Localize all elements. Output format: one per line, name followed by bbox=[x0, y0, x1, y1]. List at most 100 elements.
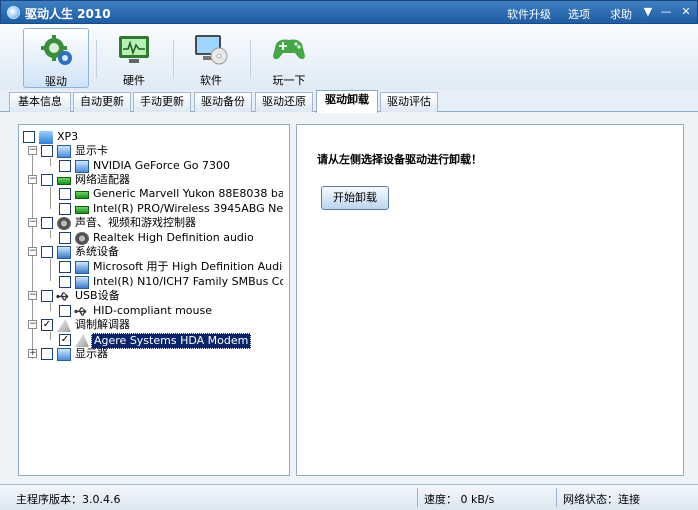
tab-driver-uninstall[interactable]: 驱动卸载 bbox=[316, 90, 378, 113]
close-icon[interactable]: ✕ bbox=[679, 5, 693, 19]
expand-icon[interactable]: + bbox=[28, 349, 37, 358]
collapse-icon[interactable]: − bbox=[28, 146, 37, 155]
toolbar-software-button[interactable]: 软件 bbox=[178, 28, 244, 88]
tree-node-system[interactable]: − 系统设备 bbox=[23, 245, 285, 259]
tree-leaf-selected[interactable]: ✓ Agere Systems HDA Modem bbox=[23, 333, 285, 349]
tab-driver-backup[interactable]: 驱动备份 bbox=[194, 92, 252, 112]
toolbar-separator bbox=[173, 40, 174, 78]
toolbar-hardware-button[interactable]: 硬件 bbox=[101, 28, 167, 88]
toolbar-play-button[interactable]: 玩一下 bbox=[256, 28, 322, 88]
minimize-icon[interactable]: — bbox=[659, 5, 673, 19]
leaf-checkbox[interactable] bbox=[59, 203, 71, 215]
toolbar-driver-label: 驱动 bbox=[45, 75, 67, 88]
tree-node-sound[interactable]: − 声音、视频和游戏控制器 bbox=[23, 216, 285, 230]
tab-manual-update[interactable]: 手动更新 bbox=[133, 92, 191, 112]
system-device-icon bbox=[75, 261, 89, 274]
leaf-checkbox[interactable] bbox=[59, 232, 71, 244]
status-network: 网络状态：连接 bbox=[563, 493, 640, 506]
collapse-icon[interactable]: − bbox=[28, 247, 37, 256]
main-toolbar: 驱动 硬件 软件 玩一下 bbox=[0, 24, 698, 90]
tree-leaf[interactable]: Generic Marvell Yukon 88E8038 based Ethe… bbox=[23, 187, 285, 201]
status-separator bbox=[556, 488, 557, 507]
leaf-checkbox[interactable] bbox=[59, 188, 71, 200]
modem-icon bbox=[57, 319, 71, 332]
usb-icon bbox=[56, 292, 69, 301]
tree-leaf[interactable]: Intel(R) N10/ICH7 Family SMBus Controlle… bbox=[23, 275, 285, 289]
tree-leaf[interactable]: Realtek High Definition audio bbox=[23, 231, 285, 245]
tree-node-label: 系统设备 bbox=[75, 245, 119, 258]
tree-leaf-label: Microsoft 用于 High Definition Audio 的 UA/ bbox=[93, 260, 283, 273]
leaf-checkbox[interactable] bbox=[59, 261, 71, 273]
system-device-icon bbox=[75, 276, 89, 289]
toolbar-separator bbox=[250, 40, 251, 78]
tree-leaf-label: Generic Marvell Yukon 88E8038 based Ethe… bbox=[93, 187, 283, 200]
node-checkbox[interactable] bbox=[41, 145, 53, 157]
tree-node-label: 调制解调器 bbox=[75, 318, 130, 331]
sound-icon bbox=[57, 217, 71, 230]
root-checkbox[interactable] bbox=[23, 131, 35, 143]
tree-node-network[interactable]: − 网络适配器 bbox=[23, 173, 285, 187]
collapse-icon[interactable]: − bbox=[28, 291, 37, 300]
tree-leaf-label: HID-compliant mouse bbox=[93, 304, 212, 317]
usb-icon bbox=[74, 307, 87, 316]
node-checkbox[interactable]: ✓ bbox=[41, 319, 53, 331]
tree-node-label: 声音、视频和游戏控制器 bbox=[75, 216, 196, 229]
tree-node-label: 显示器 bbox=[75, 347, 108, 360]
tree-root-label: XP3 bbox=[57, 130, 79, 143]
start-uninstall-button[interactable]: 开始卸载 bbox=[321, 186, 389, 210]
collapse-icon[interactable]: − bbox=[28, 175, 37, 184]
toolbar-software-label: 软件 bbox=[200, 74, 222, 87]
collapse-icon[interactable]: − bbox=[28, 320, 37, 329]
node-checkbox[interactable] bbox=[41, 246, 53, 258]
menu-help[interactable]: 求助 bbox=[610, 6, 632, 22]
gears-icon bbox=[41, 35, 72, 65]
menu-options[interactable]: 选项 bbox=[568, 6, 590, 22]
node-checkbox[interactable] bbox=[41, 348, 53, 360]
tree-leaf[interactable]: Microsoft 用于 High Definition Audio 的 UA/ bbox=[23, 260, 285, 274]
tree-leaf[interactable]: HID-compliant mouse bbox=[23, 304, 285, 318]
toolbar-play-label: 玩一下 bbox=[272, 74, 306, 87]
status-speed: 速度： 0 kB/s bbox=[424, 493, 495, 506]
leaf-checkbox[interactable] bbox=[59, 276, 71, 288]
tree-root[interactable]: XP3 bbox=[23, 130, 283, 144]
tab-auto-update[interactable]: 自动更新 bbox=[73, 92, 131, 112]
main-content: XP3 − 显示卡 NVIDIA GeForce Go 7300 − 网络适配器… bbox=[4, 116, 694, 482]
tab-basic-info[interactable]: 基本信息 bbox=[9, 92, 71, 112]
tree-leaf-label: Realtek High Definition audio bbox=[93, 231, 254, 244]
status-bar: 主程序版本：3.0.4.6 速度： 0 kB/s 网络状态：连接 bbox=[0, 484, 698, 510]
uninstall-panel: 请从左侧选择设备驱动进行卸载！ 开始卸载 bbox=[296, 124, 684, 476]
display-card-icon bbox=[57, 145, 71, 158]
tab-driver-evaluate[interactable]: 驱动评估 bbox=[380, 92, 438, 112]
dropdown-icon[interactable]: ▼ bbox=[641, 5, 655, 19]
network-adapter-icon bbox=[75, 191, 89, 199]
tree-node-usb[interactable]: − USB设备 bbox=[23, 289, 285, 303]
leaf-checkbox[interactable] bbox=[59, 160, 71, 172]
computer-icon bbox=[39, 131, 53, 144]
display-card-icon bbox=[75, 160, 89, 173]
tree-node-display-card[interactable]: − 显示卡 bbox=[23, 144, 285, 158]
tree-node-label: 网络适配器 bbox=[75, 173, 130, 186]
collapse-icon[interactable]: − bbox=[28, 218, 37, 227]
network-adapter-icon bbox=[75, 206, 89, 214]
node-checkbox[interactable] bbox=[41, 174, 53, 186]
tree-node-modem[interactable]: − ✓ 调制解调器 bbox=[23, 318, 285, 332]
toolbar-driver-button[interactable]: 驱动 bbox=[23, 28, 89, 88]
device-tree-panel[interactable]: XP3 − 显示卡 NVIDIA GeForce Go 7300 − 网络适配器… bbox=[18, 124, 290, 476]
leaf-checkbox[interactable]: ✓ bbox=[59, 334, 71, 346]
node-checkbox[interactable] bbox=[41, 217, 53, 229]
monitor-disc-icon bbox=[195, 35, 228, 65]
tree-leaf[interactable]: Intel(R) PRO/Wireless 3945ABG Network Co bbox=[23, 202, 285, 216]
tree-node-label: 显示卡 bbox=[75, 144, 108, 157]
app-logo-icon bbox=[7, 6, 20, 19]
node-checkbox[interactable] bbox=[41, 290, 53, 302]
toolbar-hardware-label: 硬件 bbox=[123, 74, 145, 87]
tab-driver-restore[interactable]: 驱动还原 bbox=[255, 92, 313, 112]
tab-bar: 基本信息 自动更新 手动更新 驱动备份 驱动还原 驱动卸载 驱动评估 bbox=[0, 90, 698, 113]
system-device-icon bbox=[57, 246, 71, 259]
leaf-checkbox[interactable] bbox=[59, 305, 71, 317]
tree-leaf[interactable]: NVIDIA GeForce Go 7300 bbox=[23, 159, 285, 173]
menu-software-upgrade[interactable]: 软件升级 bbox=[507, 6, 551, 22]
modem-icon bbox=[75, 334, 89, 347]
title-bar: 驱动人生 2010 软件升级 选项 求助 ▼ — ✕ bbox=[0, 0, 698, 24]
tree-node-monitor[interactable]: + 显示器 bbox=[23, 347, 285, 361]
